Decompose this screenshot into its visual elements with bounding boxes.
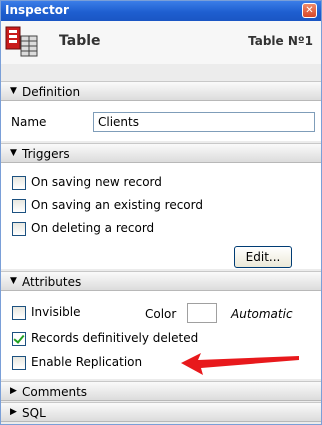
- inspector-window: Inspector ✕ Table Table Nº1 ▼ Definition…: [0, 0, 322, 425]
- expanded-arrow-icon: ▼: [10, 86, 17, 96]
- collapsed-arrow-icon: ▶: [10, 407, 17, 417]
- enable-replication-checkbox[interactable]: [12, 356, 26, 370]
- invisible-checkbox[interactable]: [12, 306, 26, 320]
- section-definition[interactable]: ▼ Definition: [1, 81, 321, 101]
- trigger-new-checkbox[interactable]: [12, 176, 26, 190]
- trigger-existing-checkbox[interactable]: [12, 199, 26, 213]
- invisible-label: Invisible: [31, 305, 81, 319]
- records-deleted-checkbox[interactable]: [12, 332, 26, 346]
- trigger-delete-label: On deleting a record: [31, 221, 155, 235]
- edit-button[interactable]: Edit...: [234, 246, 292, 268]
- color-value: Automatic: [231, 307, 293, 321]
- section-triggers[interactable]: ▼ Triggers: [1, 143, 321, 163]
- section-sql[interactable]: ▶ SQL: [1, 402, 321, 422]
- close-icon: ✕: [305, 5, 314, 16]
- trigger-existing-label: On saving an existing record: [31, 198, 203, 212]
- expanded-arrow-icon: ▼: [10, 148, 17, 158]
- window-title: Inspector: [5, 3, 69, 17]
- trigger-new-label: On saving new record: [31, 175, 162, 189]
- name-label: Name: [11, 115, 47, 129]
- enable-replication-label: Enable Replication: [31, 355, 143, 369]
- section-attributes[interactable]: ▼ Attributes: [1, 271, 321, 291]
- table-icon: [5, 26, 38, 57]
- records-deleted-label: Records definitively deleted: [31, 331, 199, 345]
- expanded-arrow-icon: ▼: [10, 276, 17, 286]
- definition-panel: Name Clients: [1, 101, 321, 141]
- triggers-panel: On saving new record On saving an existi…: [1, 163, 321, 269]
- section-label: Comments: [22, 385, 88, 399]
- table-identifier: Table Nº1: [248, 34, 313, 48]
- name-field[interactable]: Clients: [93, 112, 315, 132]
- section-label: SQL: [22, 406, 46, 420]
- section-label: Definition: [22, 85, 81, 99]
- section-label: Triggers: [22, 147, 70, 161]
- color-label: Color: [145, 307, 177, 321]
- color-swatch[interactable]: [187, 303, 217, 323]
- title-bar[interactable]: Inspector ✕: [1, 1, 321, 21]
- close-button[interactable]: ✕: [302, 3, 317, 18]
- collapsed-arrow-icon: ▶: [10, 386, 17, 396]
- trigger-delete-checkbox[interactable]: [12, 222, 26, 236]
- object-name: Table: [59, 33, 101, 49]
- red-arrow-annotation: [181, 353, 299, 375]
- inspector-header: Table Table Nº1: [1, 21, 321, 64]
- section-label: Attributes: [22, 275, 82, 289]
